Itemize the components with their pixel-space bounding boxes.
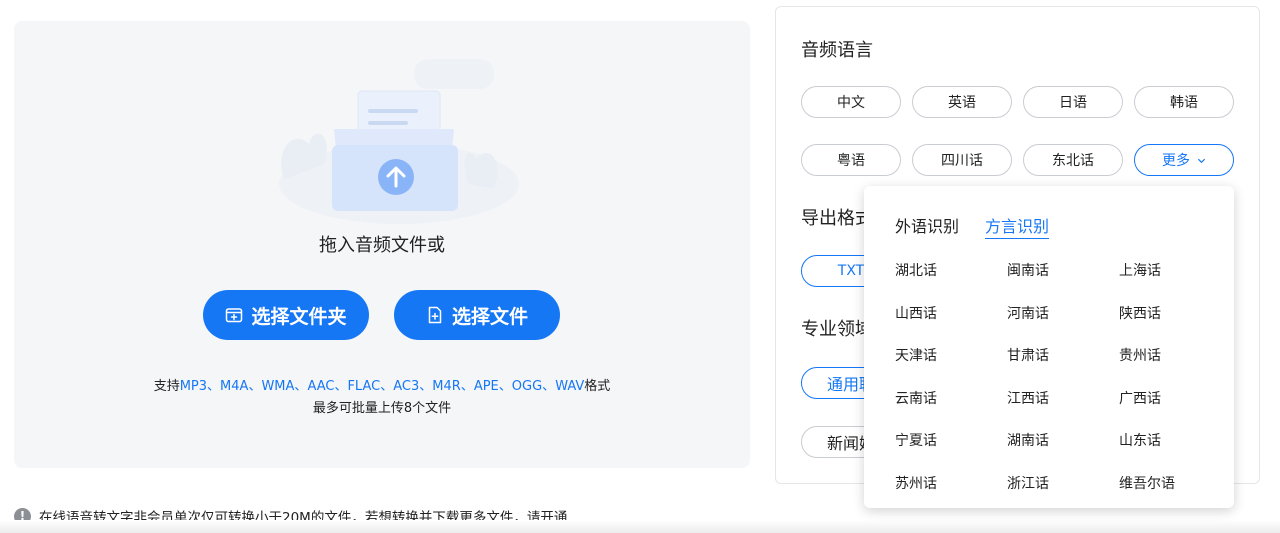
select-file-label: 选择文件 <box>451 305 528 328</box>
language-chip-dongbei[interactable]: 东北话 <box>1023 144 1123 176</box>
page: 拖入音频文件或 选择文件夹 选择文件 支持MP3、M4A、WMA、AAC、FLA… <box>0 0 1280 533</box>
format-separator: 、 <box>498 379 512 394</box>
select-folder-label: 选择文件夹 <box>251 305 347 328</box>
format-aac: AAC <box>307 379 335 394</box>
format-wav: WAV <box>555 379 585 394</box>
format-ac3: AC3 <box>393 379 420 394</box>
formats-list: MP3、M4A、WMA、AAC、FLAC、AC3、M4R、APE、OGG、WAV <box>180 379 585 394</box>
dialect-option[interactable]: 湖北话 <box>895 260 937 280</box>
dialect-option[interactable]: 甘肃话 <box>1007 345 1049 365</box>
dialect-option[interactable]: 山西话 <box>895 303 937 323</box>
audio-language-title: 音频语言 <box>801 40 873 61</box>
format-separator: 、 <box>380 379 394 394</box>
format-ogg: OGG <box>511 379 543 394</box>
dialect-option[interactable]: 贵州话 <box>1119 345 1161 365</box>
format-separator: 、 <box>334 379 348 394</box>
file-plus-icon <box>428 306 442 324</box>
upload-button-row: 选择文件夹 选择文件 <box>203 290 560 340</box>
tab-foreign-languages[interactable]: 外语识别 <box>895 213 959 237</box>
formats-suffix: 格式 <box>584 379 611 394</box>
dialect-option[interactable]: 山东话 <box>1119 430 1161 450</box>
format-separator: 、 <box>542 379 556 394</box>
language-chip-en[interactable]: 英语 <box>912 86 1012 118</box>
dialect-option[interactable]: 广西话 <box>1119 388 1161 408</box>
export-format-title: 导出格式 <box>801 208 873 229</box>
format-separator: 、 <box>248 379 262 394</box>
more-label: 更多 <box>1162 153 1190 169</box>
dialect-option[interactable]: 闽南话 <box>1007 260 1049 280</box>
more-languages-dropdown[interactable]: 更多 <box>1134 144 1234 176</box>
language-chip-ko[interactable]: 韩语 <box>1134 86 1234 118</box>
format-separator: 、 <box>460 379 474 394</box>
format-separator: 、 <box>294 379 308 394</box>
language-chip-cantonese[interactable]: 粤语 <box>801 144 901 176</box>
dialect-option[interactable]: 天津话 <box>895 345 937 365</box>
more-languages-menu: 外语识别 方言识别 湖北话 闽南话 上海话山西话 河南话 陕西话天津话 甘肃话 贵州话云南话… <box>864 186 1234 508</box>
dialect-option[interactable]: 苏州话 <box>895 473 937 493</box>
language-chip-sichuan[interactable]: 四川话 <box>912 144 1012 176</box>
upload-dropzone[interactable]: 拖入音频文件或 选择文件夹 选择文件 支持MP3、M4A、WMA、AAC、FLA… <box>14 21 750 468</box>
supported-formats-text: 支持MP3、M4A、WMA、AAC、FLAC、AC3、M4R、APE、OGG、W… <box>14 375 750 394</box>
format-separator: 、 <box>419 379 433 394</box>
dialect-option[interactable]: 陕西话 <box>1119 303 1161 323</box>
format-flac: FLAC <box>347 379 381 394</box>
dialect-option[interactable]: 湖南话 <box>1007 430 1049 450</box>
format-ape: APE <box>473 379 499 394</box>
dialect-option[interactable]: 浙江话 <box>1007 473 1049 493</box>
dialect-option[interactable]: 云南话 <box>895 388 937 408</box>
dialect-option[interactable]: 上海话 <box>1119 260 1161 280</box>
chevron-down-icon <box>1197 158 1206 163</box>
domain-title: 专业领域 <box>801 319 873 340</box>
format-m4r: M4R <box>432 379 461 394</box>
format-mp3: MP3 <box>179 379 208 394</box>
upload-folder-illustration <box>279 59 519 224</box>
dialect-option[interactable]: 江西话 <box>1007 388 1049 408</box>
format-separator: 、 <box>207 379 221 394</box>
language-chip-ja[interactable]: 日语 <box>1023 86 1123 118</box>
select-file-button[interactable]: 选择文件 <box>394 290 560 340</box>
drop-hint-text: 拖入音频文件或 <box>319 235 445 256</box>
tab-dialects[interactable]: 方言识别 <box>985 213 1050 239</box>
dialect-option[interactable]: 宁夏话 <box>895 430 937 450</box>
language-chip-zh[interactable]: 中文 <box>801 86 901 118</box>
bottom-bar-shadow <box>0 520 1280 533</box>
dialect-option[interactable]: 维吾尔语 <box>1119 473 1175 493</box>
folder-plus-icon <box>226 308 243 323</box>
format-m4a: M4A <box>220 379 249 394</box>
format-wma: WMA <box>261 379 295 394</box>
select-folder-button[interactable]: 选择文件夹 <box>203 290 369 340</box>
batch-limit-text: 最多可批量上传8个文件 <box>312 401 452 416</box>
formats-prefix: 支持 <box>153 379 180 394</box>
dialect-option[interactable]: 河南话 <box>1007 303 1049 323</box>
